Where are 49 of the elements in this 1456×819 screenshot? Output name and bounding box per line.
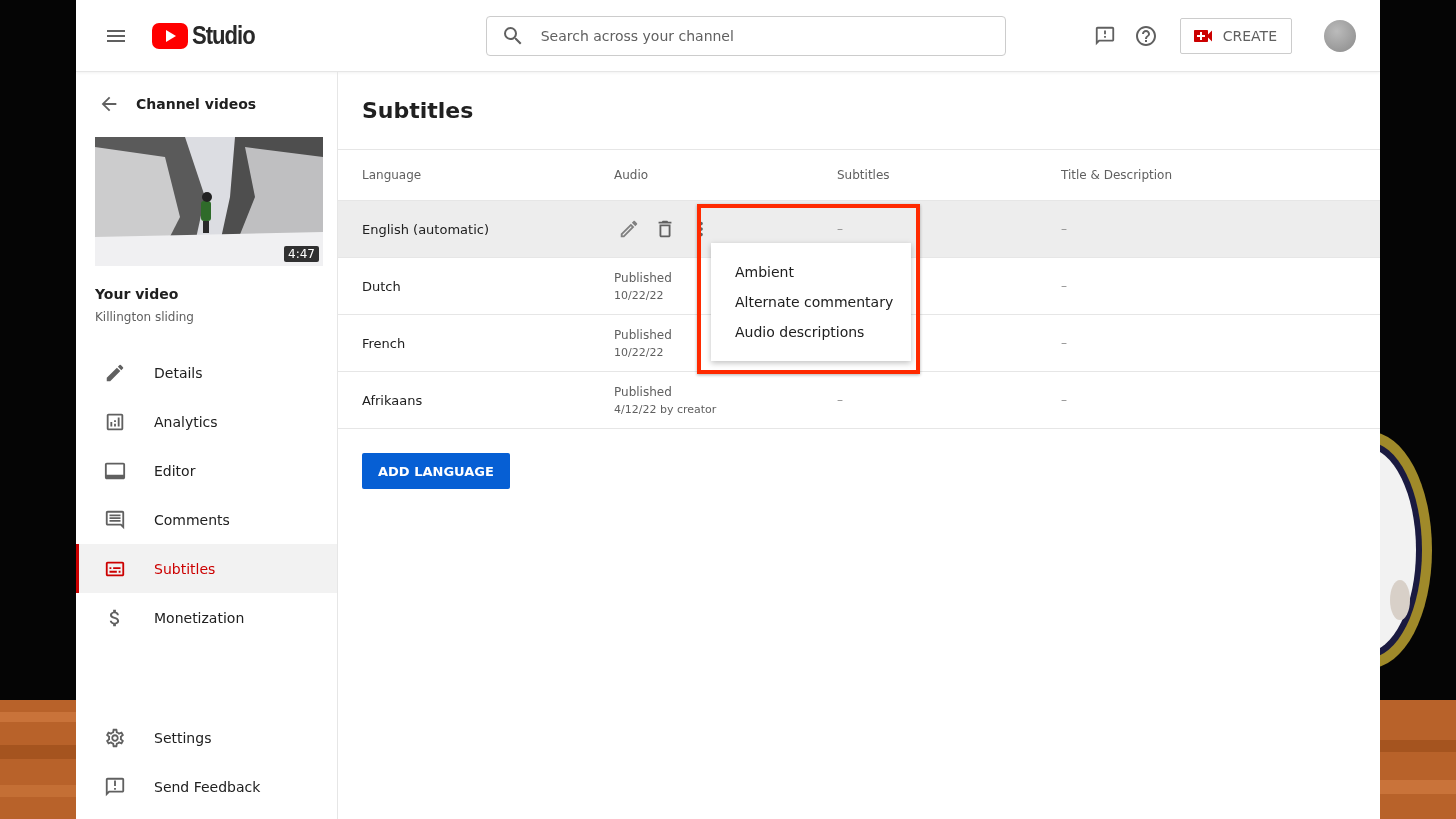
sidebar-item[interactable]: Analytics [76,397,337,446]
sidebar-item[interactable]: Settings [76,713,337,762]
logo[interactable]: Studio [152,20,266,51]
status-text: Published [614,327,672,342]
status-text: Published [614,384,672,399]
video-heading: Your video [95,286,180,302]
video-title: Killington sliding [95,310,195,324]
subtitles-cell-text: – [837,222,844,236]
sidebar-item[interactable]: Send Feedback [76,762,337,811]
column-header: Language [362,168,423,182]
sidebar-item[interactable]: Subtitles [76,544,337,593]
menu-item[interactable]: Ambient [711,257,911,287]
feedback-button[interactable] [1093,24,1116,47]
avatar[interactable] [1324,19,1356,52]
edit-button[interactable] [618,218,640,240]
back-link[interactable]: Channel videos [76,92,257,116]
title-description-cell-text: – [1061,222,1068,236]
status-text: Published [614,270,672,285]
title-description-cell-text: – [1061,279,1068,293]
date-text: 10/22/22 [614,345,664,359]
language-cell-text: French [362,335,407,351]
search-field[interactable]: Search across your channel [485,15,1006,56]
play-logo-icon [152,22,188,49]
duration-label: 4:47 [284,246,319,262]
language-cell-text: Afrikaans [362,392,424,408]
column-header: Title & Description [1061,168,1174,182]
title-description-cell-text: – [1061,393,1068,407]
help-button[interactable] [1133,23,1158,48]
add-language-button[interactable]: ADD LANGUAGE [362,453,510,489]
title-description-cell-text: – [1061,336,1068,350]
sidebar-item[interactable]: Details [76,348,337,397]
date-text: 10/22/22 [614,288,664,302]
comment-icon [104,508,126,531]
sidebar-item[interactable]: Editor [76,446,337,495]
menu-item[interactable]: Alternate commentary [711,287,911,317]
settings-icon [104,726,126,749]
page-title: Subtitles [338,72,1380,150]
menu-item[interactable]: Audio descriptions [711,317,911,347]
date-text: 4/12/22 by creator [614,402,717,416]
subtitles-cell-text: – [837,393,844,407]
table-row[interactable]: English (automatic) – – [338,201,1380,258]
column-header: Subtitles [837,168,891,182]
column-header: Audio [614,168,650,182]
language-cell-text: Dutch [362,278,402,294]
language-cell-text: English (automatic) [362,221,490,237]
feedback-icon [104,775,126,798]
sidebar-item[interactable]: Comments [76,495,337,544]
create-button[interactable]: CREATE [1179,17,1292,54]
sidebar-item[interactable]: Monetization [76,593,337,642]
